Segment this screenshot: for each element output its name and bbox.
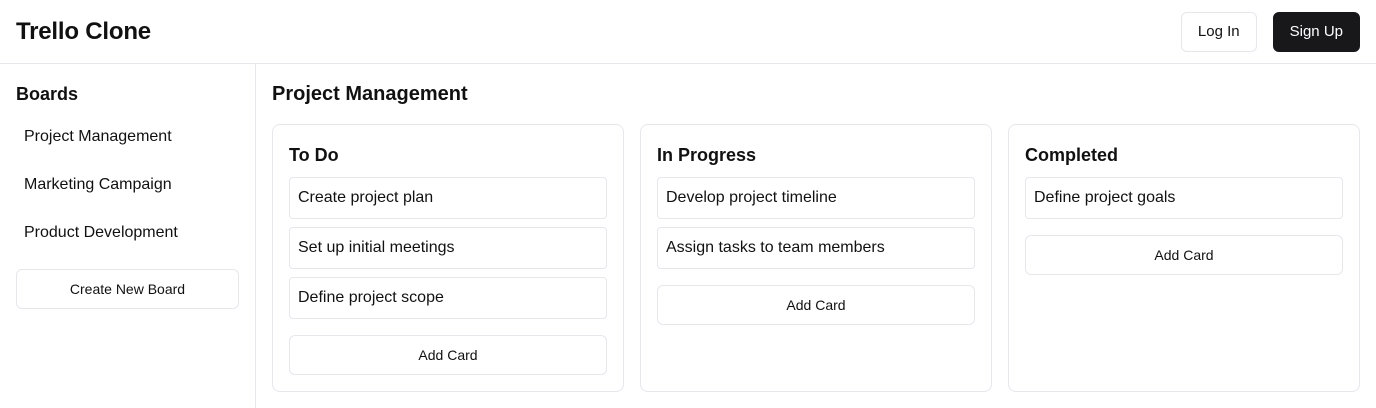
app-header: Trello Clone Log In Sign Up [0, 0, 1376, 64]
login-button[interactable]: Log In [1180, 11, 1257, 52]
sidebar: Boards Project Management Marketing Camp… [0, 64, 256, 408]
card[interactable]: Define project scope [289, 277, 607, 319]
sidebar-item-project-management[interactable]: Project Management [16, 113, 239, 161]
app-title: Trello Clone [16, 17, 151, 45]
column-title: Completed [1025, 145, 1119, 165]
create-board-button[interactable]: Create New Board [16, 269, 239, 309]
add-card-button[interactable]: Add Card [1025, 235, 1343, 275]
add-card-button[interactable]: Add Card [289, 335, 607, 375]
card[interactable]: Set up initial meetings [289, 227, 607, 269]
column-in-progress: In Progress Develop project timeline Ass… [640, 124, 992, 392]
card[interactable]: Develop project timeline [657, 177, 975, 219]
add-card-button[interactable]: Add Card [657, 285, 975, 325]
card[interactable]: Define project goals [1025, 177, 1343, 219]
board-view: Project Management To Do Create project … [256, 64, 1376, 408]
auth-buttons: Log In Sign Up [1180, 11, 1360, 52]
sidebar-heading: Boards [16, 84, 79, 104]
signup-button[interactable]: Sign Up [1272, 11, 1360, 52]
sidebar-item-marketing-campaign[interactable]: Marketing Campaign [16, 161, 239, 209]
card[interactable]: Assign tasks to team members [657, 227, 975, 269]
board-title: Project Management [272, 83, 468, 105]
column-title: To Do [289, 145, 339, 165]
sidebar-item-product-development[interactable]: Product Development [16, 209, 239, 257]
card[interactable]: Create project plan [289, 177, 607, 219]
board-columns: To Do Create project plan Set up initial… [272, 124, 1360, 392]
column-to-do: To Do Create project plan Set up initial… [272, 124, 624, 392]
column-title: In Progress [657, 145, 757, 165]
column-completed: Completed Define project goals Add Card [1008, 124, 1360, 392]
